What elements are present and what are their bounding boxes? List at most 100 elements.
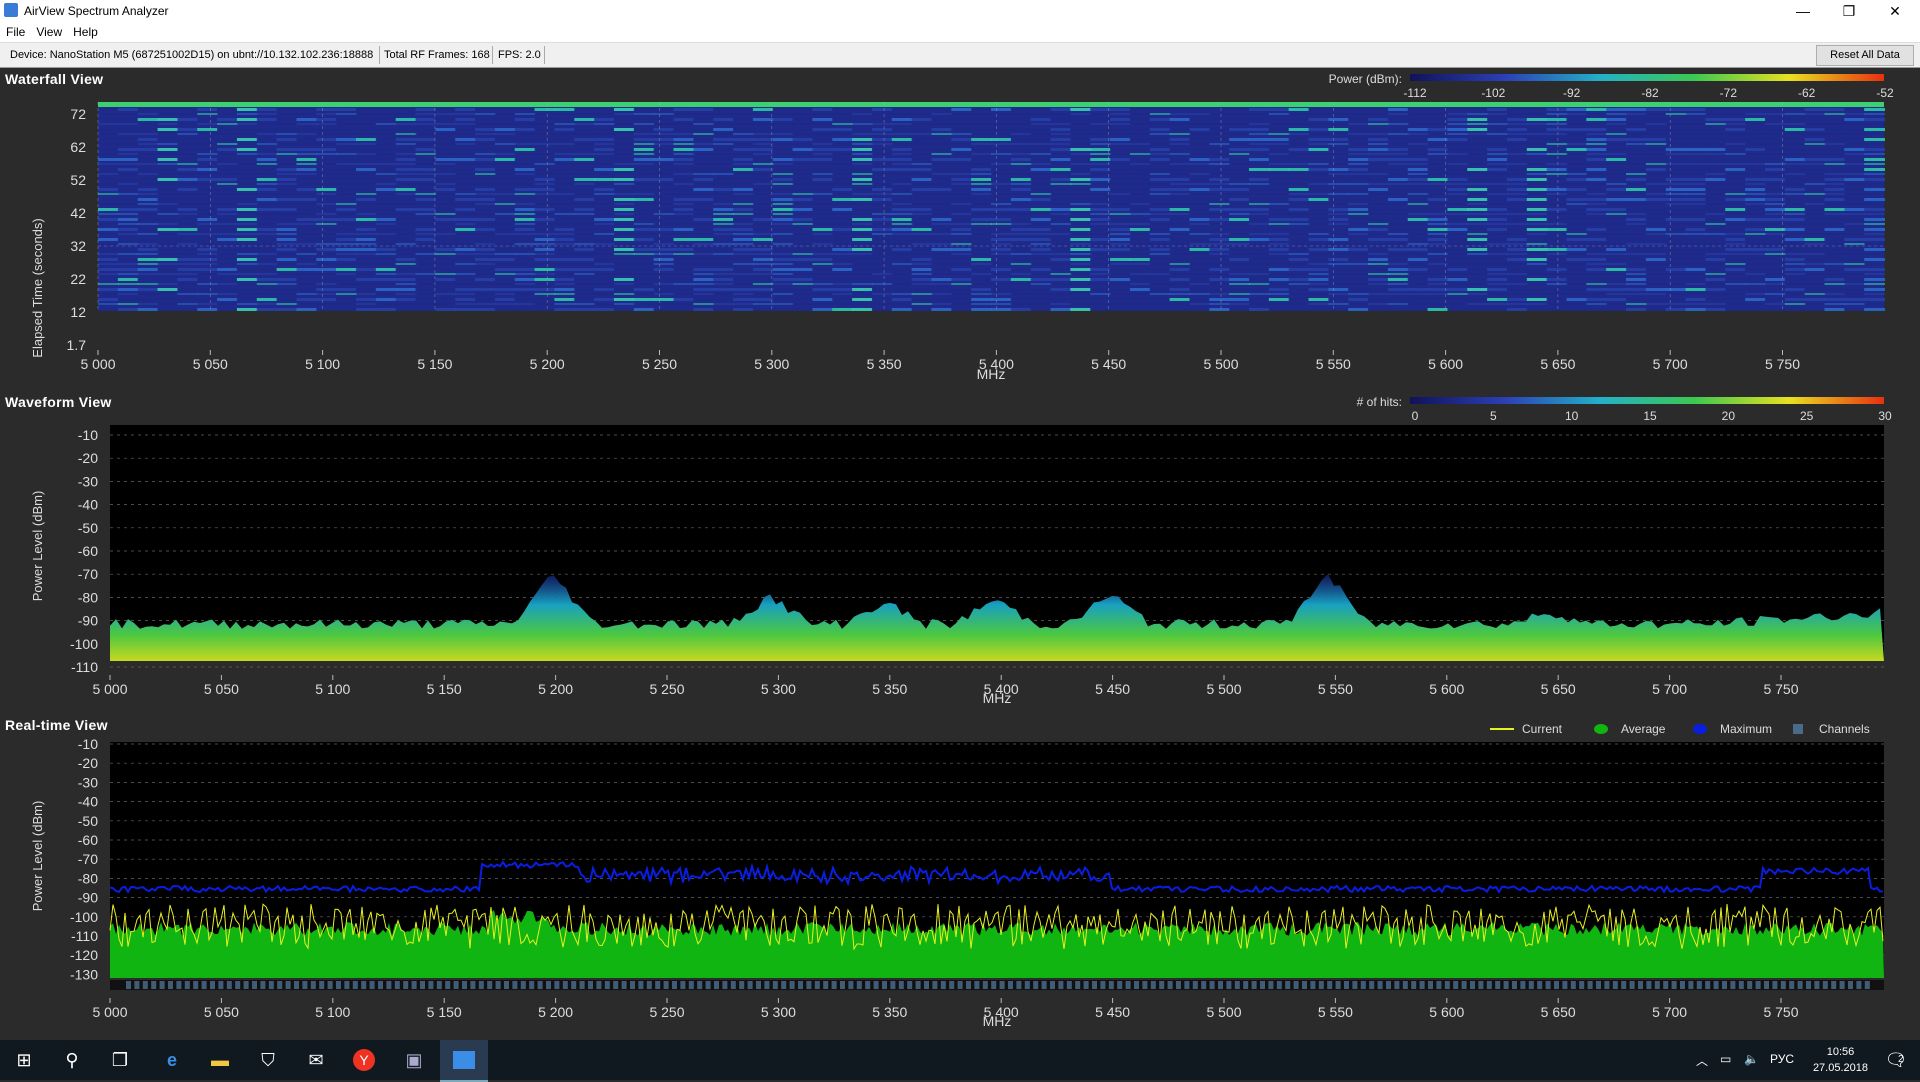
- yandex-browser-icon[interactable]: Y: [340, 1040, 388, 1080]
- clock-time: 10:56: [1826, 1046, 1855, 1058]
- realtime-y-label: Power Level (dBm): [30, 801, 45, 912]
- status-bar: Device: NanoStation M5 (687251002D15) on…: [0, 43, 1920, 68]
- clock[interactable]: 10:56 27.05.2018: [1813, 1044, 1868, 1076]
- close-button[interactable]: ✕: [1872, 0, 1918, 22]
- power-legend-tick: -62: [1798, 86, 1816, 100]
- rf-frames-count: Total RF Frames: 168: [384, 49, 490, 61]
- realtime-x-tick: 5 500: [1206, 1004, 1241, 1020]
- power-legend-tick: -52: [1876, 86, 1894, 100]
- power-legend-bar: [1410, 74, 1884, 81]
- minimize-button[interactable]: —: [1780, 0, 1826, 22]
- network-icon[interactable]: ▭: [1720, 1052, 1731, 1066]
- realtime-x-tick: 5 650: [1541, 1004, 1576, 1020]
- menu-help[interactable]: Help: [67, 22, 103, 39]
- realtime-y-tick: -120: [70, 947, 98, 963]
- window-title: AirView Spectrum Analyzer: [24, 4, 169, 18]
- waterfall-x-tick: 5 600: [1428, 356, 1463, 372]
- realtime-x-tick: 5 750: [1763, 1004, 1798, 1020]
- realtime-x-tick: 5 050: [204, 1004, 239, 1020]
- waveform-x-tick: 5 300: [761, 681, 796, 697]
- waveform-x-tick: 5 350: [872, 681, 907, 697]
- waveform-x-tick: 5 050: [204, 681, 239, 697]
- hits-legend-tick: 25: [1800, 409, 1814, 423]
- waveform-x-tick: 5 450: [1095, 681, 1130, 697]
- edge-icon[interactable]: e: [148, 1040, 196, 1080]
- waveform-x-tick: 5 200: [538, 681, 573, 697]
- legend-channels: Channels: [1819, 722, 1870, 736]
- realtime-x-tick: 5 150: [427, 1004, 462, 1020]
- volume-icon[interactable]: 🔈: [1744, 1052, 1759, 1066]
- waterfall-panel: Waterfall View Power (dBm): -112 -102 -92-…: [0, 68, 1920, 390]
- app-icon: [4, 3, 18, 17]
- hits-legend-tick: 5: [1490, 409, 1497, 423]
- hits-legend-tick: 20: [1722, 409, 1736, 423]
- menu-view[interactable]: View: [30, 22, 67, 39]
- task-view-icon[interactable]: ❐: [96, 1040, 144, 1080]
- notification-count: 2: [1898, 1054, 1904, 1065]
- legend-current: Current: [1522, 722, 1563, 736]
- file-explorer-icon[interactable]: ▬: [196, 1040, 244, 1080]
- realtime-x-tick: 5 300: [761, 1004, 796, 1020]
- realtime-y-tick: -50: [78, 813, 98, 829]
- hits-legend-tick: 15: [1643, 409, 1657, 423]
- waterfall-x-tick: 5 450: [1091, 356, 1126, 372]
- waterfall-x-tick: 5 050: [193, 356, 228, 372]
- mail-icon[interactable]: ✉: [292, 1040, 340, 1080]
- realtime-y-tick: -80: [78, 870, 98, 886]
- realtime-y-tick: -10: [78, 736, 98, 752]
- language-indicator[interactable]: РУС: [1770, 1052, 1794, 1066]
- waveform-x-tick: 5 550: [1318, 681, 1353, 697]
- restore-button[interactable]: ❐: [1826, 0, 1872, 22]
- power-legend-label: Power (dBm):: [1329, 72, 1402, 86]
- waveform-x-label: MHz: [983, 690, 1012, 706]
- notifications-icon[interactable]: 🗨 2: [1872, 1040, 1920, 1080]
- realtime-x-tick: 5 450: [1095, 1004, 1130, 1020]
- waveform-y-tick: -50: [78, 520, 98, 536]
- store-icon[interactable]: ⛉: [244, 1040, 292, 1080]
- realtime-x-tick: 5 250: [649, 1004, 684, 1020]
- waveform-y-tick: -70: [78, 566, 98, 582]
- waveform-x-tick: 5 100: [315, 681, 350, 697]
- fps-readout: FPS: 2.0: [498, 49, 541, 61]
- waterfall-x-tick: 5 250: [642, 356, 677, 372]
- realtime-x-tick: 5 100: [315, 1004, 350, 1020]
- realtime-x-label: MHz: [983, 1013, 1012, 1029]
- waveform-x-tick: 5 500: [1206, 681, 1241, 697]
- hits-legend-tick: 10: [1565, 409, 1579, 423]
- realtime-y-tick: -110: [71, 928, 98, 944]
- waveform-y-tick: -60: [78, 543, 98, 559]
- power-legend-tick: -92: [1563, 86, 1581, 100]
- device-info: Device: NanoStation M5 (687251002D15) on…: [10, 49, 374, 61]
- realtime-x-tick: 5 600: [1429, 1004, 1464, 1020]
- waterfall-y-tick: 12: [70, 304, 86, 320]
- app-icon[interactable]: ▣: [390, 1040, 438, 1080]
- realtime-y-tick: -30: [78, 774, 98, 790]
- windows-start-icon[interactable]: ⊞: [0, 1040, 48, 1080]
- menu-file[interactable]: File: [0, 22, 30, 39]
- title-bar: AirView Spectrum Analyzer — ❐ ✕: [0, 0, 1920, 22]
- power-legend-tick: -82: [1641, 86, 1659, 100]
- waterfall-chart: Power (dBm): -112 -102 -92 -82 -72 -62 -52 Ela…: [30, 72, 1894, 382]
- realtime-x-tick: 5 350: [872, 1004, 907, 1020]
- menu-bar: File View Help: [0, 22, 1920, 43]
- power-legend-tick: -102: [1481, 86, 1505, 100]
- realtime-y-tick: -90: [78, 890, 98, 906]
- realtime-y-tick: -60: [78, 832, 98, 848]
- waterfall-x-tick: 5 550: [1316, 356, 1351, 372]
- reset-all-data-button[interactable]: Reset All Data: [1816, 45, 1914, 66]
- waterfall-y-tick: 1.7: [67, 337, 87, 353]
- search-icon[interactable]: ⚲: [48, 1040, 96, 1080]
- waterfall-y-tick: 62: [70, 139, 86, 155]
- airview-icon[interactable]: [440, 1040, 488, 1082]
- waveform-y-tick: -110: [71, 659, 98, 675]
- waterfall-x-tick: 5 000: [80, 356, 115, 372]
- realtime-y-tick: -100: [70, 909, 98, 925]
- waveform-x-tick: 5 150: [427, 681, 462, 697]
- tray-chevron-icon[interactable]: ︿: [1696, 1052, 1708, 1069]
- waterfall-x-tick: 5 350: [867, 356, 902, 372]
- waterfall-y-tick: 72: [70, 106, 86, 122]
- waveform-x-tick: 5 650: [1541, 681, 1576, 697]
- waveform-y-tick: -90: [78, 613, 98, 629]
- realtime-x-tick: 5 200: [538, 1004, 573, 1020]
- waveform-x-tick: 5 600: [1429, 681, 1464, 697]
